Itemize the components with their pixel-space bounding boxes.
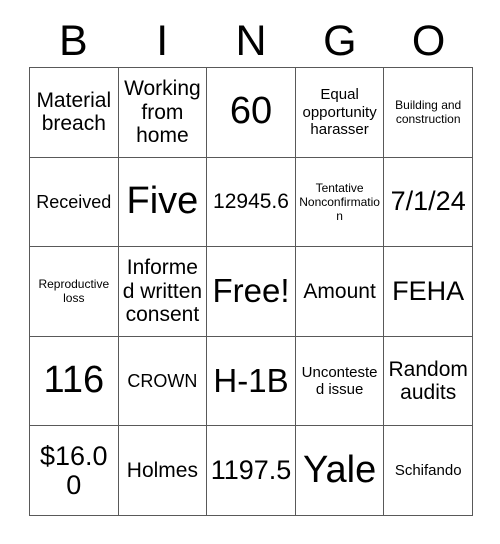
bingo-cell-label: Working from home (124, 77, 201, 148)
bingo-cell[interactable]: Five (118, 157, 208, 248)
bingo-header-letter-n: N (235, 17, 267, 65)
bingo-cell-label: Equal opportunity harasser (302, 86, 377, 138)
bingo-cell[interactable]: Schifando (384, 426, 473, 516)
bingo-cell[interactable]: Amount (295, 247, 385, 337)
bingo-cell[interactable]: 1197.5 (207, 426, 296, 516)
bingo-header-letter-i: I (156, 17, 169, 65)
bingo-cell[interactable]: 12945.6 (207, 157, 296, 248)
bingo-card: B I N G O Material breach Working from home 60… (0, 0, 500, 544)
bingo-cell-label: Free! (212, 272, 290, 310)
bingo-cell[interactable]: FEHA (384, 247, 473, 337)
bingo-cell[interactable]: Building and construction (384, 68, 473, 158)
bingo-cell[interactable]: CROWN (118, 336, 208, 427)
bingo-cell-label: Reproductive loss (38, 277, 110, 306)
bingo-header-letter-o: O (411, 17, 446, 65)
bingo-cell-label: H-1B (213, 361, 289, 399)
bingo-cell-label: 1197.5 (210, 455, 292, 486)
bingo-cell[interactable]: Yale (295, 426, 385, 516)
bingo-cell[interactable]: Reproductive loss (30, 247, 119, 337)
bingo-cell-label: CROWN (127, 370, 198, 391)
bingo-cell-label: Amount (303, 279, 376, 303)
bingo-cell-label: FEHA (392, 275, 465, 306)
bingo-cell-label: Building and construction (395, 98, 462, 127)
bingo-cell-label: Received (36, 191, 112, 212)
bingo-header-letter-b: B (59, 17, 88, 65)
bingo-cell[interactable]: Tentative Nonconfirmation (295, 157, 385, 248)
bingo-cell[interactable]: Equal opportunity harasser (295, 68, 385, 158)
bingo-cell-label: 60 (229, 90, 273, 133)
bingo-cell-label: 116 (43, 359, 105, 402)
bingo-cell[interactable]: 116 (30, 336, 119, 427)
bingo-cell[interactable]: H-1B (207, 336, 296, 427)
bingo-cell-label: Holmes (126, 458, 198, 482)
bingo-cell-label: Tentative Nonconfirmation (299, 180, 380, 223)
bingo-cell-label: Yale (302, 448, 377, 491)
bingo-grid: Material breach Working from home 60 Equal … (29, 67, 473, 516)
bingo-cell-label: 12945.6 (213, 190, 289, 214)
bingo-cell[interactable]: Working from home (118, 68, 208, 158)
bingo-header-row: BINGO (29, 16, 473, 67)
bingo-cell-label: $16.00 (40, 440, 108, 500)
bingo-header-letter-g: G (323, 17, 357, 65)
bingo-cell[interactable]: Random audits (384, 336, 473, 427)
bingo-cell[interactable]: Received (30, 157, 119, 248)
bingo-cell[interactable]: 7/1/24 (384, 157, 473, 248)
bingo-cell[interactable]: Uncontested issue (295, 336, 385, 427)
bingo-cell[interactable]: 60 (207, 68, 296, 158)
bingo-cell[interactable]: Material breach (30, 68, 119, 158)
bingo-cell-label: Uncontested issue (301, 363, 378, 399)
bingo-cell-label: Five (126, 179, 199, 222)
bingo-cell-label: Schifando (394, 461, 462, 479)
bingo-cell[interactable]: $16.00 (30, 426, 119, 516)
bingo-cell-label: Random audits (388, 357, 468, 405)
bingo-cell-label: 7/1/24 (390, 186, 466, 217)
bingo-cell-label: Informed written consent (122, 256, 203, 327)
bingo-cell[interactable]: Holmes (118, 426, 208, 516)
bingo-cell-free-space[interactable]: Free! (207, 247, 296, 337)
bingo-cell-label: Material breach (36, 88, 112, 136)
bingo-cell[interactable]: Informed written consent (118, 247, 208, 337)
